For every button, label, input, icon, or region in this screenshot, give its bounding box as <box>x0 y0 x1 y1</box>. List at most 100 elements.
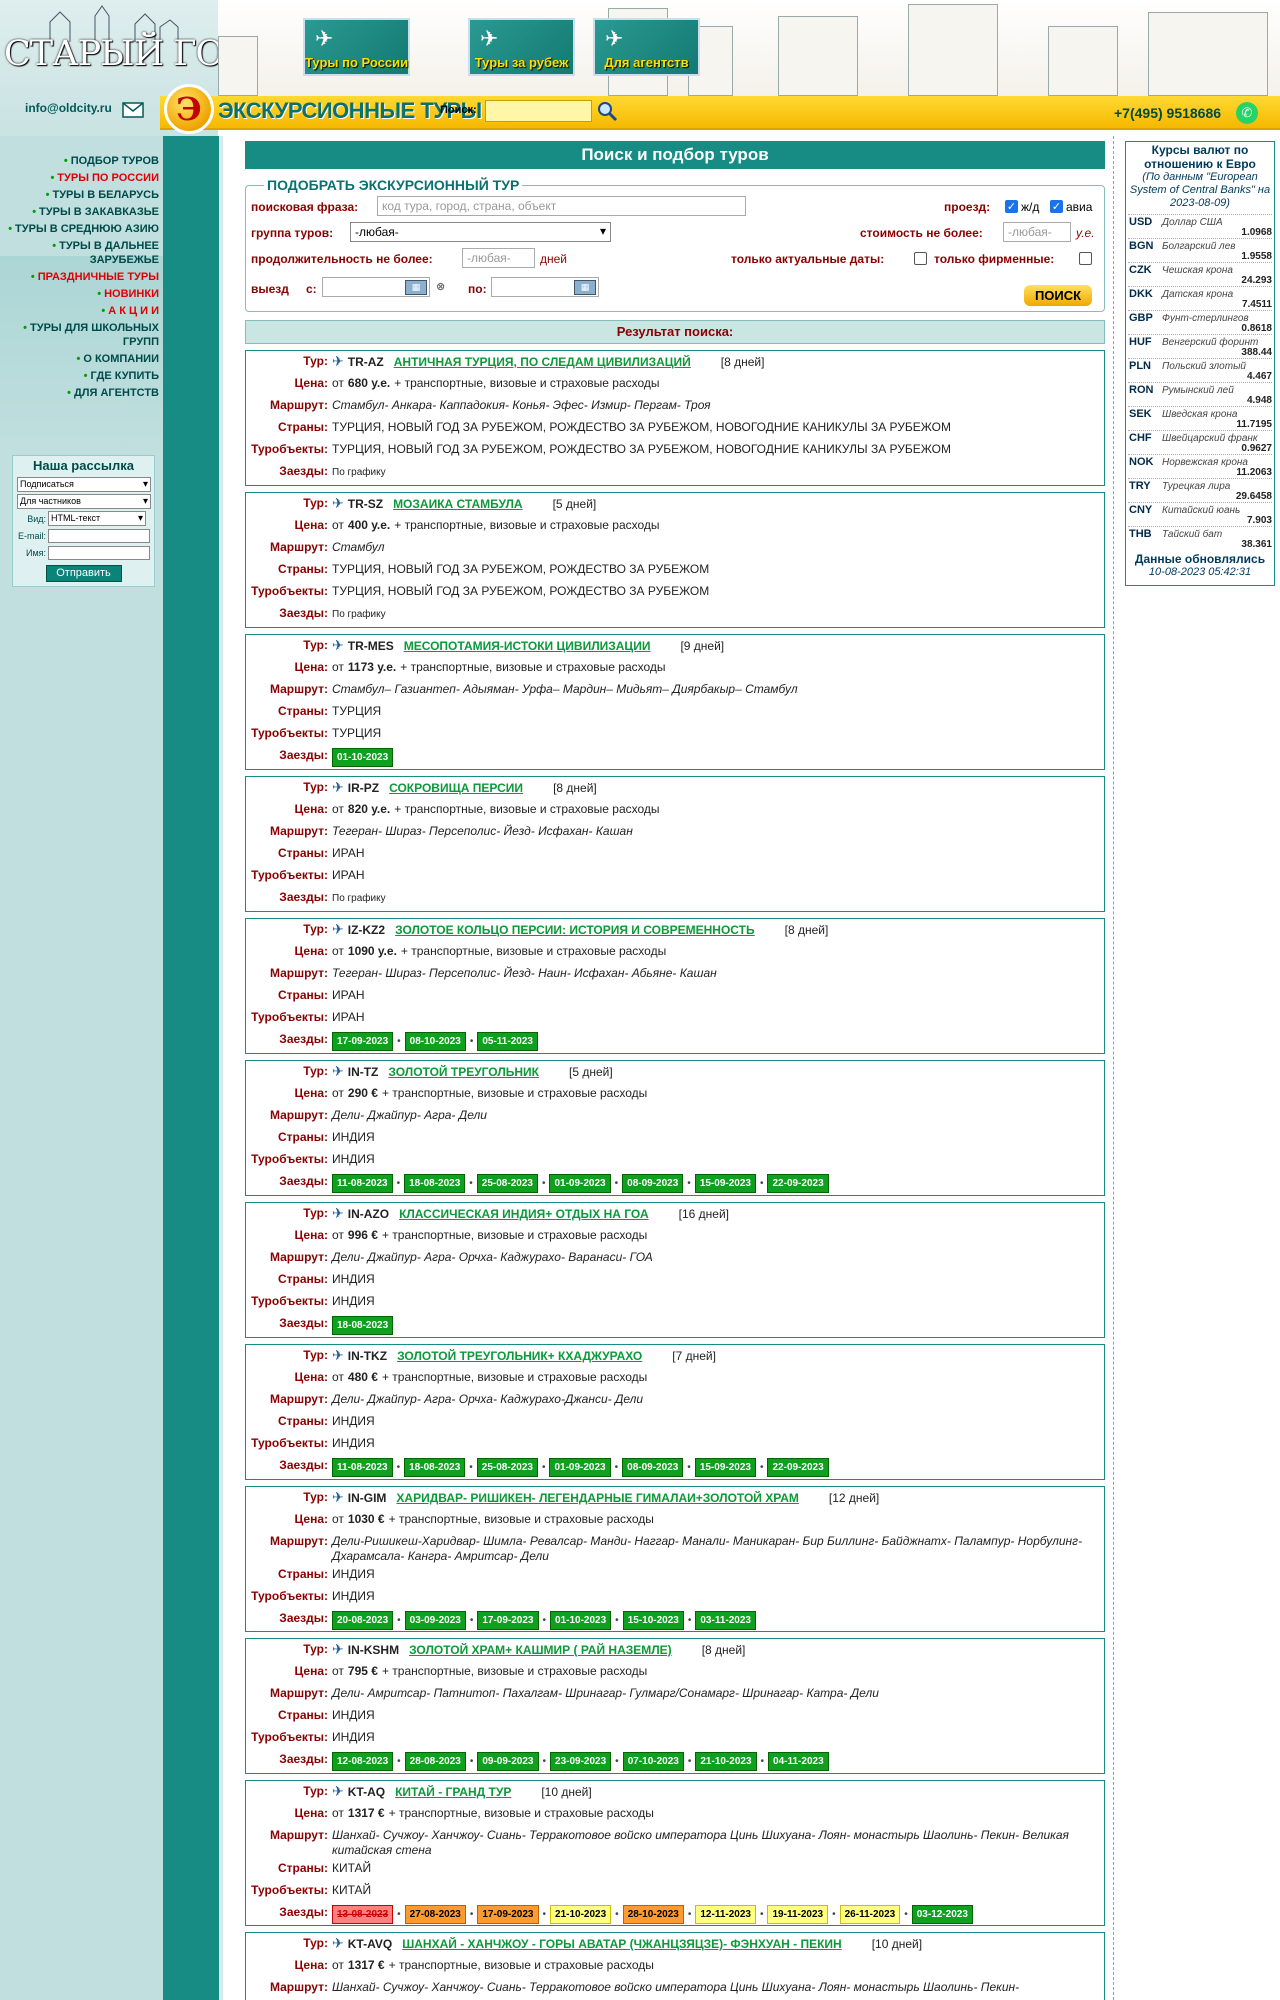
nav-item[interactable]: • ГДЕ КУПИТЬ <box>0 369 163 383</box>
tour-card: Тур: ✈ TR-MES МЕСОПОТАМИЯ-ИСТОКИ ЦИВИЛИЗАЦИ… <box>245 634 1105 770</box>
tour-name-link[interactable]: КИТАЙ - ГРАНД ТУР <box>395 1785 511 1799</box>
departure-date[interactable]: 08-09-2023 <box>622 1458 684 1477</box>
nav-item[interactable]: • ТУРЫ В ЗАКАВКАЗЬЕ <box>0 205 163 219</box>
departure-date[interactable]: 17-09-2023 <box>332 1032 394 1051</box>
brand-checkbox[interactable] <box>1079 252 1092 265</box>
departure-date[interactable]: 22-09-2023 <box>767 1174 829 1193</box>
departure-date[interactable]: 13-08-2023 <box>332 1905 394 1924</box>
departure-date[interactable]: 17-09-2023 <box>477 1611 539 1630</box>
departure-date[interactable]: 04-11-2023 <box>768 1752 829 1771</box>
departure-date[interactable]: 12-08-2023 <box>332 1752 394 1771</box>
departure-date[interactable]: 03-11-2023 <box>695 1611 756 1630</box>
departure-date[interactable]: 01-09-2023 <box>549 1174 611 1193</box>
currency-rate: 7.4511 <box>1241 299 1272 310</box>
departure-date[interactable]: 15-09-2023 <box>694 1458 756 1477</box>
departure-date[interactable]: 08-10-2023 <box>404 1032 466 1051</box>
departure-date[interactable]: 11-08-2023 <box>332 1458 393 1477</box>
air-checkbox[interactable]: ✓ <box>1050 200 1063 213</box>
tour-name-link[interactable]: ЗОЛОТОЙ ТРЕУГОЛЬНИК+ КХАДЖУРАХО <box>397 1349 642 1363</box>
tour-name-link[interactable]: СОКРОВИЩА ПЕРСИИ <box>389 781 523 795</box>
subscribe-select[interactable]: Подписаться <box>17 477 151 492</box>
nav-item[interactable]: • ТУРЫ В БЕЛАРУСЬ <box>0 188 163 202</box>
departure-date[interactable]: 28-10-2023 <box>622 1905 684 1924</box>
date-separator: • <box>541 1462 546 1473</box>
clear-date-icon[interactable]: ⊗ <box>436 280 445 293</box>
email-link[interactable]: info@oldcity.ru <box>25 101 112 115</box>
departure-date[interactable]: 25-08-2023 <box>476 1458 538 1477</box>
tour-name-link[interactable]: ЗОЛОТОЙ ХРАМ+ КАШМИР ( РАЙ НАЗЕМЛЕ) <box>409 1643 672 1657</box>
nav-item[interactable]: • ТУРЫ В СРЕДНЮЮ АЗИЮ <box>0 222 163 236</box>
departure-date[interactable]: 26-11-2023 <box>839 1905 901 1924</box>
departure-date[interactable]: 19-11-2023 <box>767 1905 829 1924</box>
calendar-icon[interactable]: ▦ <box>574 280 596 295</box>
newsletter-email-input[interactable] <box>48 528 150 543</box>
departure-date[interactable]: 17-09-2023 <box>477 1905 539 1924</box>
departure-date[interactable]: 15-10-2023 <box>622 1611 684 1630</box>
departure-date[interactable]: 22-09-2023 <box>767 1458 829 1477</box>
whatsapp-icon[interactable]: ✆ <box>1236 102 1258 124</box>
banner-agency[interactable]: ✈ Для агентств <box>593 18 700 76</box>
phrase-input[interactable]: код тура, город, страна, объект <box>377 196 746 216</box>
actual-dates-checkbox[interactable] <box>914 252 927 265</box>
nav-item[interactable]: • А К Ц И И <box>0 304 163 318</box>
calendar-icon[interactable]: ▦ <box>405 280 427 295</box>
departure-date[interactable]: 21-10-2023 <box>695 1752 757 1771</box>
nav-item[interactable]: • ПРАЗДНИЧНЫЕ ТУРЫ <box>0 270 163 284</box>
header-search-input[interactable] <box>485 100 592 122</box>
rail-checkbox[interactable]: ✓ <box>1005 200 1018 213</box>
envelope-icon[interactable] <box>122 102 144 118</box>
departure-date[interactable]: 03-09-2023 <box>404 1611 466 1630</box>
tour-name-link[interactable]: АНТИЧНАЯ ТУРЦИЯ, ПО СЛЕДАМ ЦИВИЛИЗАЦИЙ <box>394 355 691 369</box>
departure-date[interactable]: 05-11-2023 <box>477 1032 538 1051</box>
dates-row: Заезды: 01-10-2023 <box>246 745 1104 767</box>
departure-date[interactable]: 18-08-2023 <box>332 1316 394 1335</box>
departure-date[interactable]: 28-08-2023 <box>404 1752 466 1771</box>
nav-item[interactable]: • ТУРЫ В ДАЛЬНЕЕ ЗАРУБЕЖЬЕ <box>0 239 163 267</box>
tour-name-link[interactable]: МЕСОПОТАМИЯ-ИСТОКИ ЦИВИЛИЗАЦИИ <box>404 639 651 653</box>
departure-date[interactable]: 18-08-2023 <box>404 1458 466 1477</box>
departure-date[interactable]: 12-11-2023 <box>695 1905 756 1924</box>
departure-date[interactable]: 01-10-2023 <box>550 1611 612 1630</box>
banner-russia-tours[interactable]: ✈ Туры по России <box>303 18 410 76</box>
nav-item[interactable]: • ПОДБОР ТУРОВ <box>0 154 163 168</box>
nav-item[interactable]: • НОВИНКИ <box>0 287 163 301</box>
departure-date[interactable]: 08-09-2023 <box>622 1174 684 1193</box>
tour-name-link[interactable]: МОЗАИКА СТАМБУЛА <box>393 497 523 511</box>
newsletter-submit-button[interactable]: Отправить <box>45 565 122 582</box>
departure-date[interactable]: 25-08-2023 <box>476 1174 538 1193</box>
departure-date[interactable]: 03-12-2023 <box>911 1905 973 1924</box>
banner-abroad-tours[interactable]: ✈ Туры за рубеж <box>468 18 575 76</box>
departure-date[interactable]: 01-10-2023 <box>332 748 394 767</box>
phone-number[interactable]: +7(495) 9518686 <box>1114 105 1221 121</box>
duration-input[interactable]: -любая- <box>462 248 535 268</box>
cost-input[interactable]: -любая- <box>1003 222 1071 242</box>
departure-date[interactable]: 21-10-2023 <box>550 1905 612 1924</box>
departure-date[interactable]: 01-09-2023 <box>549 1458 611 1477</box>
route-row: Маршрут: Шанхай- Сучжоу- Ханчжоу- Сиань- … <box>246 1825 1104 1858</box>
tour-name-link[interactable]: КЛАССИЧЕСКАЯ ИНДИЯ+ ОТДЫХ НА ГОА <box>399 1207 649 1221</box>
search-button[interactable]: ПОИСК <box>1024 285 1092 306</box>
newsletter-name-input[interactable] <box>48 545 150 560</box>
search-icon[interactable] <box>596 100 618 122</box>
departure-date[interactable]: 07-10-2023 <box>622 1752 684 1771</box>
airplane-icon: ✈ <box>332 1783 344 1799</box>
departure-date[interactable]: 23-09-2023 <box>550 1752 612 1771</box>
tour-name-link[interactable]: ШАНХАЙ - ХАНЧЖОУ - ГОРЫ АВАТАР (ЧЖАНЦЗЯЦ… <box>402 1937 842 1951</box>
nav-item[interactable]: • ТУРЫ ДЛЯ ШКОЛЬНЫХ ГРУПП <box>0 321 163 349</box>
tour-name-link[interactable]: ЗОЛОТОЙ ТРЕУГОЛЬНИК <box>388 1065 539 1079</box>
departure-date[interactable]: 09-09-2023 <box>477 1752 539 1771</box>
circle-logo[interactable]: Э <box>164 84 214 134</box>
departure-date[interactable]: 18-08-2023 <box>404 1174 466 1193</box>
audience-select[interactable]: Для частников <box>17 494 151 509</box>
view-select[interactable]: HTML-текст <box>48 511 146 526</box>
departure-date[interactable]: 11-08-2023 <box>332 1174 393 1193</box>
departure-date[interactable]: 15-09-2023 <box>694 1174 756 1193</box>
tour-name-link[interactable]: ЗОЛОТОЕ КОЛЬЦО ПЕРСИИ: ИСТОРИЯ И СОВРЕМЕ… <box>395 923 755 937</box>
nav-item[interactable]: • О КОМПАНИИ <box>0 352 163 366</box>
departure-date[interactable]: 20-08-2023 <box>332 1611 394 1630</box>
departure-date[interactable]: 27-08-2023 <box>404 1905 466 1924</box>
group-select[interactable]: -любая- <box>350 222 611 242</box>
nav-item[interactable]: • ТУРЫ ПО РОССИИ <box>0 171 163 185</box>
nav-item[interactable]: • ДЛЯ АГЕНТСТВ <box>0 386 163 400</box>
tour-name-link[interactable]: ХАРИДВАР- РИШИКЕН- ЛЕГЕНДАРНЫЕ ГИМАЛАИ+З… <box>396 1491 798 1505</box>
